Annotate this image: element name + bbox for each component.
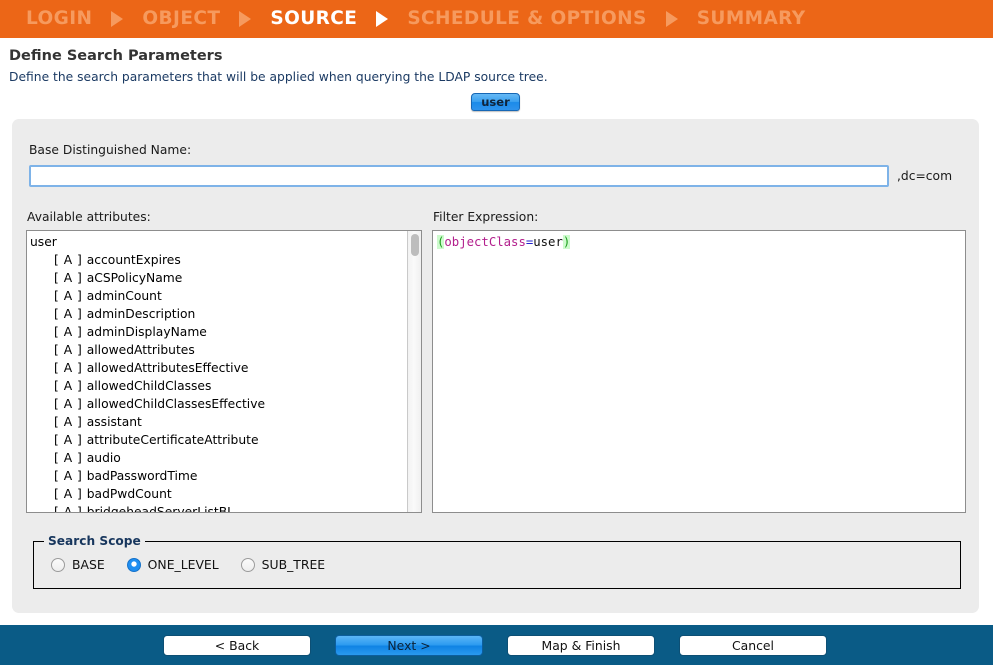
attribute-name: badPwdCount: [86, 487, 172, 501]
wizard-step-bar: LOGIN OBJECT SOURCE SCHEDULE & OPTIONS S…: [0, 0, 993, 38]
attribute-item[interactable]: [ A ] audio: [30, 449, 407, 467]
attribute-marker: [ A ]: [54, 379, 87, 393]
page-title: Define Search Parameters: [9, 48, 223, 64]
attribute-marker: [ A ]: [54, 289, 87, 303]
cancel-button[interactable]: Cancel: [679, 635, 827, 656]
search-scope-legend: Search Scope: [44, 534, 145, 548]
attribute-item[interactable]: [ A ] adminDisplayName: [30, 323, 407, 341]
attribute-marker: [ A ]: [54, 325, 87, 339]
tree-root-node[interactable]: user: [30, 233, 407, 251]
radio-option-sub-tree[interactable]: SUB_TREE: [240, 557, 326, 572]
attribute-name: allowedChildClasses: [86, 379, 212, 393]
attribute-marker: [ A ]: [54, 307, 87, 321]
wizard-step-schedule-options[interactable]: SCHEDULE & OPTIONS: [407, 9, 646, 29]
map-and-finish-button[interactable]: Map & Finish: [507, 635, 655, 656]
filter-value-token: user: [533, 235, 563, 249]
attribute-item[interactable]: [ A ] assistant: [30, 413, 407, 431]
filter-expression-editor[interactable]: (objectClass=user): [432, 230, 966, 513]
wizard-step-login[interactable]: LOGIN: [26, 9, 92, 29]
radio-base-indicator[interactable]: [51, 557, 65, 572]
attribute-name: allowedAttributes: [86, 343, 195, 357]
wizard-footer: < Back Next > Map & Finish Cancel: [0, 625, 993, 665]
attribute-marker: [ A ]: [54, 271, 87, 285]
attribute-item[interactable]: [ A ] allowedChildClasses: [30, 377, 407, 395]
attribute-name: adminDisplayName: [86, 325, 207, 339]
attribute-item[interactable]: [ A ] attributeCertificateAttribute: [30, 431, 407, 449]
attribute-item[interactable]: [ A ] aCSPolicyName: [30, 269, 407, 287]
attribute-item[interactable]: [ A ] allowedChildClassesEffective: [30, 395, 407, 413]
page-subtitle: Define the search parameters that will b…: [9, 70, 548, 84]
wizard-step-source[interactable]: SOURCE: [270, 9, 357, 29]
attribute-name: allowedChildClassesEffective: [86, 397, 266, 411]
radio-sub-tree-indicator[interactable]: [240, 557, 255, 572]
attribute-name: aCSPolicyName: [86, 271, 183, 285]
back-button[interactable]: < Back: [163, 635, 311, 656]
chevron-right-icon: [111, 11, 124, 27]
attribute-item[interactable]: [ A ] bridgeheadServerListBL: [30, 503, 407, 512]
attributes-item-container: [ A ] accountExpires[ A ] aCSPolicyName[…: [30, 251, 407, 512]
search-scope-options: BASE ONE_LEVEL SUB_TREE: [51, 557, 347, 572]
radio-one-level-indicator[interactable]: [126, 557, 141, 572]
scrollbar-thumb[interactable]: [411, 234, 419, 256]
chevron-right-icon: [239, 11, 252, 27]
attribute-marker: [ A ]: [54, 343, 87, 357]
attributes-scrollbar[interactable]: [407, 231, 421, 512]
available-attributes-label: Available attributes:: [27, 210, 151, 224]
attribute-marker: [ A ]: [54, 415, 87, 429]
next-button[interactable]: Next >: [335, 635, 483, 656]
wizard-step-object[interactable]: OBJECT: [142, 9, 220, 29]
attribute-item[interactable]: [ A ] adminDescription: [30, 305, 407, 323]
attribute-name: adminCount: [86, 289, 162, 303]
filter-close-paren: ): [562, 235, 571, 249]
filter-expression-label: Filter Expression:: [433, 210, 539, 224]
attribute-name: audio: [86, 451, 121, 465]
attributes-tree: user [ A ] accountExpires[ A ] aCSPolicy…: [27, 231, 407, 512]
base-dn-suffix: ,dc=com: [897, 169, 953, 183]
attribute-item[interactable]: [ A ] badPwdCount: [30, 485, 407, 503]
radio-sub-tree-label: SUB_TREE: [261, 557, 326, 572]
attribute-item[interactable]: [ A ] allowedAttributes: [30, 341, 407, 359]
chevron-right-icon: [665, 11, 678, 27]
radio-one-level-label: ONE_LEVEL: [147, 557, 219, 572]
attribute-marker: [ A ]: [54, 487, 87, 501]
attribute-item[interactable]: [ A ] badPasswordTime: [30, 467, 407, 485]
radio-base-label: BASE: [72, 557, 105, 572]
attribute-marker: [ A ]: [54, 505, 87, 512]
chevron-right-icon: [376, 11, 389, 27]
attribute-marker: [ A ]: [54, 361, 87, 375]
attribute-marker: [ A ]: [54, 469, 87, 483]
attribute-name: allowedAttributesEffective: [86, 361, 249, 375]
available-attributes-listbox[interactable]: user [ A ] accountExpires[ A ] aCSPolicy…: [26, 230, 422, 513]
attribute-marker: [ A ]: [54, 451, 87, 465]
wizard-step-summary[interactable]: SUMMARY: [697, 9, 806, 29]
attribute-name: bridgeheadServerListBL: [86, 505, 234, 512]
base-dn-label: Base Distinguished Name:: [29, 143, 192, 157]
attribute-name: attributeCertificateAttribute: [86, 433, 259, 447]
object-tab-strip: user: [0, 93, 993, 111]
attribute-item[interactable]: [ A ] allowedAttributesEffective: [30, 359, 407, 377]
attribute-marker: [ A ]: [54, 397, 87, 411]
attribute-name: accountExpires: [86, 253, 181, 267]
search-parameters-panel: Base Distinguished Name: ,dc=com Availab…: [12, 119, 979, 613]
attribute-name: badPasswordTime: [86, 469, 198, 483]
radio-option-one-level[interactable]: ONE_LEVEL: [126, 557, 219, 572]
attribute-item[interactable]: [ A ] accountExpires: [30, 251, 407, 269]
attribute-marker: [ A ]: [54, 253, 87, 267]
tab-user[interactable]: user: [471, 93, 520, 111]
search-scope-fieldset: Search Scope BASE ONE_LEVEL SUB_TREE: [33, 534, 961, 589]
attribute-name: assistant: [86, 415, 142, 429]
radio-option-base[interactable]: BASE: [51, 557, 105, 572]
attribute-marker: [ A ]: [54, 433, 87, 447]
filter-attribute-token: objectClass: [444, 235, 526, 249]
attribute-item[interactable]: [ A ] adminCount: [30, 287, 407, 305]
base-dn-input[interactable]: [29, 165, 889, 187]
attribute-name: adminDescription: [86, 307, 196, 321]
